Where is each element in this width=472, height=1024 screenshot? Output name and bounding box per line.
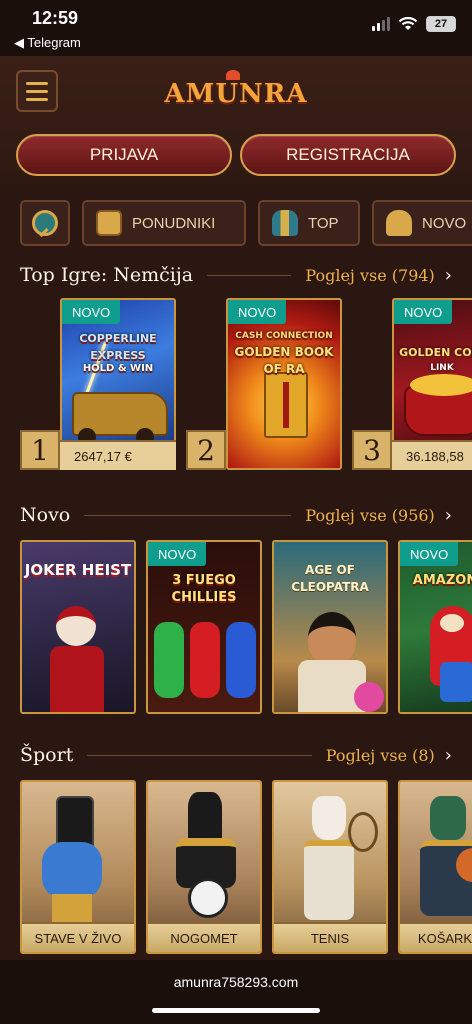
sport-label: STAVE V ŽIVO: [22, 922, 134, 952]
logo-text: AMUNRA: [164, 79, 308, 109]
chevron-right-icon[interactable]: ›: [445, 265, 452, 286]
game-subtitle: CASH CONNECTION: [235, 331, 333, 341]
clock: 12:59: [32, 8, 79, 28]
status-bar: 12:59 ◀ Telegram 27: [0, 0, 472, 56]
game-title: GOLDEN BOOK OF RA: [234, 345, 334, 376]
game-title: JOKER HEIST: [24, 561, 132, 579]
divider: [87, 754, 312, 756]
chevron-right-icon[interactable]: ›: [445, 745, 452, 766]
bell-icon: [386, 210, 412, 236]
menu-bar-icon: [26, 81, 48, 85]
chip-providers[interactable]: PONUDNIKI: [82, 200, 246, 246]
pharaoh-icon: [272, 210, 298, 236]
game-card[interactable]: NOVO 3 FUEGO CHILLIES: [146, 540, 262, 714]
view-all-link[interactable]: Poglej vse (8): [326, 746, 435, 765]
game-card[interactable]: NOVO AMAZON: [398, 540, 472, 714]
register-button[interactable]: REGISTRACIJA: [240, 134, 456, 176]
game-title: GOLDEN COIN: [399, 346, 472, 359]
new-badge: NOVO: [62, 300, 121, 324]
game-card[interactable]: JOKER HEIST: [20, 540, 136, 714]
game-subtitle: LINK: [430, 363, 454, 373]
game-subtitle: HOLD & WIN: [82, 363, 154, 374]
sport-card-basketball[interactable]: KOŠARK: [398, 780, 472, 954]
home-indicator[interactable]: [152, 1008, 320, 1013]
game-title: COPPERLINE EXPRESS: [79, 332, 157, 362]
cellular-signal-icon: [372, 17, 390, 31]
sport-card-football[interactable]: NOGOMET: [146, 780, 262, 954]
sport-label: TENIS: [274, 922, 386, 952]
section-title: Novo: [20, 504, 71, 526]
menu-bar-icon: [26, 89, 48, 93]
section-title: Top Igre: Nemčija: [20, 264, 194, 286]
chevron-right-icon[interactable]: ›: [445, 505, 452, 526]
game-title: AMAZON: [412, 573, 472, 588]
url-text[interactable]: amunra758293.com: [0, 974, 472, 990]
jackpot-amount: 2647,17 €: [60, 440, 176, 470]
section-title: Šport: [20, 744, 74, 766]
category-chips: PONUDNIKI TOP NOVO: [0, 196, 472, 252]
chip-label: PONUDNIKI: [132, 214, 216, 232]
game-title: AGE OF CLEOPATRA: [291, 563, 369, 594]
sport-card-tennis[interactable]: TENIS: [272, 780, 388, 954]
chip-top[interactable]: TOP: [258, 200, 360, 246]
sport-card-live-betting[interactable]: STAVE V ŽIVO: [20, 780, 136, 954]
section-top-games: Top Igre: Nemčija Poglej vse (794) › NOV…: [0, 260, 472, 476]
chip-new[interactable]: NOVO: [372, 200, 472, 246]
new-badge: NOVO: [400, 542, 459, 566]
rank-number: 3: [352, 430, 392, 470]
new-badge: NOVO: [394, 300, 453, 324]
view-all-link[interactable]: Poglej vse (956): [305, 506, 434, 525]
section-sport: Šport Poglej vse (8) › STAVE V ŽIVO NOGO…: [0, 740, 472, 960]
section-new-games: Novo Poglej vse (956) › JOKER HEIST NOVO…: [0, 500, 472, 720]
wifi-icon: [398, 17, 418, 30]
scroll-icon: [96, 210, 122, 236]
game-card[interactable]: AGE OF CLEOPATRA: [272, 540, 388, 714]
hamburger-menu-button[interactable]: [16, 70, 58, 112]
divider: [84, 514, 292, 516]
game-thumbnail: [228, 300, 340, 468]
sun-icon: [226, 70, 240, 80]
login-button[interactable]: PRIJAVA: [16, 134, 232, 176]
game-title: 3 FUEGO CHILLIES: [171, 573, 237, 605]
sport-label: NOGOMET: [148, 922, 260, 952]
site-header: AMUNRA PRIJAVA REGISTRACIJA: [0, 56, 472, 184]
jackpot-amount: 36.188,58: [392, 440, 472, 470]
new-badge: NOVO: [228, 300, 287, 324]
game-thumbnail: [400, 542, 472, 712]
new-badge: NOVO: [148, 542, 207, 566]
search-chip[interactable]: [20, 200, 70, 246]
menu-bar-icon: [26, 97, 48, 101]
divider: [207, 274, 292, 276]
amunra-logo[interactable]: AMUNRA: [160, 70, 312, 114]
chip-label: NOVO: [422, 214, 467, 232]
game-card[interactable]: NOVO CASH CONNECTION GOLDEN BOOK OF RA: [226, 298, 342, 470]
search-icon: [32, 210, 58, 236]
view-all-link[interactable]: Poglej vse (794): [305, 266, 434, 285]
chip-label: TOP: [308, 214, 339, 232]
game-thumbnail: [148, 542, 260, 712]
back-to-telegram-link[interactable]: ◀ Telegram: [14, 35, 81, 51]
sport-label: KOŠARK: [400, 922, 472, 952]
browser-url-bar: amunra758293.com: [0, 960, 472, 1024]
battery-icon: 27: [426, 16, 456, 32]
rank-number: 2: [186, 430, 226, 470]
rank-number: 1: [20, 430, 60, 470]
